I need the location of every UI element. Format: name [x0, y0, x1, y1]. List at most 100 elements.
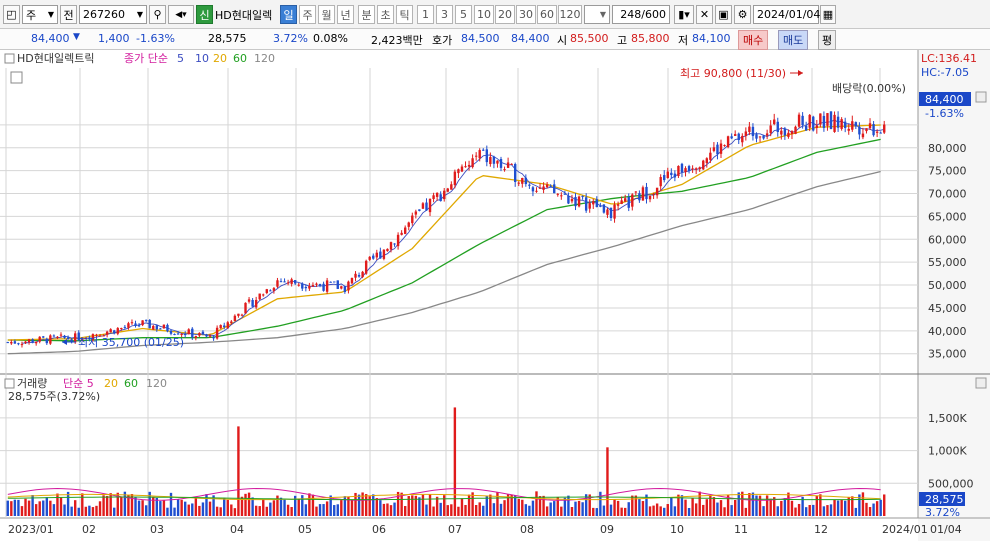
cross-icon[interactable]: ✕ [696, 5, 713, 24]
code-input[interactable]: 267260 ▼ [79, 5, 147, 24]
x-end-label: 01/04 [930, 523, 962, 536]
tab-period-minute[interactable]: 분 [358, 5, 375, 24]
volume-bar [187, 504, 190, 516]
gear-icon[interactable]: ⚙ [734, 5, 751, 24]
date-field[interactable]: 2024/01/04 [753, 5, 820, 24]
speaker-icon[interactable]: ◀▾ [168, 5, 194, 24]
volume-bar [808, 505, 811, 516]
date-tick-label: 05 [298, 523, 312, 536]
grid-toggle-icon[interactable] [10, 71, 23, 84]
buy-button[interactable]: 매수 [738, 30, 769, 50]
interval-3[interactable]: 3 [436, 5, 453, 24]
volume-bar [13, 499, 17, 516]
count-field[interactable]: 248/600 [612, 5, 670, 24]
volume-bar [485, 495, 489, 516]
candle-body [269, 290, 272, 292]
scroll-up-icon[interactable] [975, 91, 987, 103]
candle-body [783, 128, 787, 136]
volume-bar [201, 502, 205, 516]
search-icon[interactable]: ⚲ [149, 5, 166, 24]
dividend-annotation: 배당락(0.00%) [832, 82, 906, 95]
market-select[interactable]: 주 ▼ [22, 5, 58, 24]
candle-body [283, 281, 286, 283]
interval-20[interactable]: 20 [495, 5, 515, 24]
candle-body [680, 163, 684, 173]
candle-body [329, 281, 332, 283]
count-value: 248 [620, 8, 642, 21]
volume-bar [24, 498, 27, 516]
candle-body [513, 164, 517, 182]
candle-body [574, 196, 577, 207]
candle-body [563, 193, 567, 195]
tab-period-year[interactable]: 년 [337, 5, 354, 24]
candle-body [354, 273, 357, 278]
interval-30[interactable]: 30 [516, 5, 536, 24]
volume-bar [868, 507, 872, 516]
save-icon[interactable]: ▣ [715, 5, 732, 24]
volume-bar [797, 503, 801, 516]
tab-period-day[interactable]: 일 [280, 5, 297, 24]
volume-bar [403, 506, 407, 516]
high-label: 고 [617, 34, 628, 47]
prefix-button[interactable]: 전 [60, 5, 77, 24]
volume-bar [265, 506, 269, 516]
quote-bar: 84,400 ▼ 1,400 -1.63% 28,575 3.72% 0.08%… [0, 29, 990, 50]
interval-1[interactable]: 1 [417, 5, 434, 24]
volume-bar [144, 505, 148, 516]
candle-body [865, 128, 868, 132]
volume-bar [325, 501, 329, 516]
price-tick-label: 60,000 [928, 233, 967, 246]
interval-120[interactable]: 120 [558, 5, 582, 24]
window-icon[interactable]: ◰ [3, 5, 20, 24]
eval-button[interactable]: 평 [818, 30, 837, 50]
candle-body [10, 341, 13, 344]
volume-bar [357, 494, 361, 516]
candle-body [613, 204, 616, 219]
date-tick-label: 07 [448, 523, 462, 536]
volume-bar [84, 506, 88, 516]
volume-bar [691, 498, 694, 516]
volume-bar [531, 500, 535, 516]
tab-period-month[interactable]: 월 [318, 5, 335, 24]
calendar-icon[interactable]: ▦ [820, 5, 836, 24]
sell-button[interactable]: 매도 [778, 30, 809, 50]
tab-period-week[interactable]: 주 [299, 5, 316, 24]
down-arrow-icon: ▼ [73, 32, 80, 42]
volume-bar [723, 507, 726, 516]
candle-body [205, 334, 208, 337]
volume-bar [20, 506, 24, 516]
candle-body [272, 288, 276, 291]
candle-body [467, 164, 471, 167]
volume-bar [372, 494, 375, 516]
candle-body [432, 195, 435, 200]
tab-period-second[interactable]: 초 [377, 5, 394, 24]
candle-body [418, 209, 421, 211]
volume-bar [180, 499, 183, 516]
candle-body [730, 136, 733, 139]
volume-bar [411, 495, 414, 516]
volume-bar [719, 500, 723, 516]
hc-label: HC:-7.05 [921, 66, 969, 79]
stock-chart[interactable]: 35,000 40,000 45,000 50,000 55,000 60,000 65,0… [0, 50, 990, 541]
candle-body [325, 280, 329, 292]
candle-body [31, 339, 34, 343]
candle-body [400, 232, 403, 235]
volume-bar [620, 507, 623, 516]
tab-period-tick[interactable]: 틱 [396, 5, 413, 24]
interval-5[interactable]: 5 [455, 5, 472, 24]
interval-dropdown[interactable]: ▼ [584, 5, 610, 24]
volume-bar [208, 501, 212, 516]
interval-10[interactable]: 10 [474, 5, 494, 24]
candle-body [815, 125, 819, 128]
volume-bar [865, 502, 868, 516]
candle-type-icon[interactable]: ▮▾ [674, 5, 694, 24]
scroll-up-icon[interactable] [975, 377, 987, 389]
candle-body [620, 200, 623, 204]
volume-bar [6, 500, 9, 516]
volume-bar [450, 504, 453, 516]
interval-60[interactable]: 60 [537, 5, 557, 24]
collapse-icon[interactable] [4, 53, 15, 64]
volume-bar [524, 504, 528, 516]
collapse-icon[interactable] [4, 378, 15, 389]
volume-bar [38, 501, 41, 516]
